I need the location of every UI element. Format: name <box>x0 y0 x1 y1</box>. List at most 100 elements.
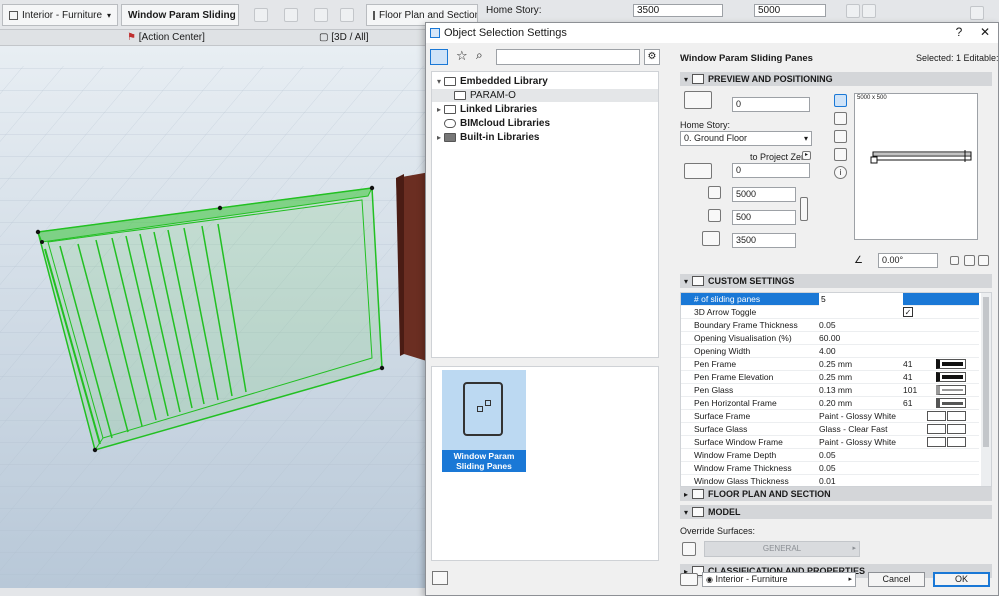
param-value[interactable]: 0.05 <box>819 449 899 462</box>
element-settings-button[interactable]: Window Param Sliding Panes ▸ <box>121 4 239 26</box>
pen-swatch[interactable] <box>936 359 966 369</box>
param-value[interactable]: 0.05 <box>819 462 899 475</box>
surface-swatch[interactable] <box>927 424 946 434</box>
surface-swatch[interactable] <box>927 437 946 447</box>
param-scrollbar[interactable] <box>981 293 991 486</box>
override-surfaces-combo[interactable]: GENERAL ▸ <box>704 541 860 557</box>
pen-swatch[interactable] <box>936 398 966 408</box>
reset-icon[interactable] <box>978 255 989 266</box>
layer-combo[interactable]: Interior - Furniture ▾ <box>2 4 118 26</box>
param-row[interactable]: Window Frame Thickness 0.05 <box>681 462 979 475</box>
paint-bucket-icon[interactable] <box>682 542 696 556</box>
section-view-icon[interactable] <box>834 148 847 161</box>
chevron-down-icon[interactable]: ▾ <box>434 75 444 88</box>
width-field[interactable]: 5000 <box>754 4 826 17</box>
chain-link-icon[interactable] <box>800 197 808 221</box>
param-value[interactable]: Paint - Glossy White <box>819 436 899 449</box>
tree-item-builtin-libraries[interactable]: ▸ Built-in Libraries <box>434 131 654 144</box>
elevation-zero-field[interactable]: 0 <box>732 163 810 178</box>
layer-select[interactable]: ◉ Interior - Furniture ▸ <box>702 572 856 587</box>
surface-picker[interactable] <box>947 424 966 434</box>
param-value[interactable]: 0.20 mm <box>819 397 899 410</box>
section-floor-plan-section[interactable]: ▸ FLOOR PLAN AND SECTION <box>680 487 992 501</box>
param-row-pen[interactable]: Pen Glass 0.13 mm 101 <box>681 384 979 397</box>
show-orientation-icon[interactable] <box>964 255 975 266</box>
param-row-surface[interactable]: Surface Window Frame Paint - Glossy Whit… <box>681 436 979 449</box>
param-value[interactable]: 0.05 <box>819 319 899 332</box>
pick-icon[interactable] <box>340 8 354 22</box>
param-row-sliding-panes[interactable]: # of sliding panes 5 <box>681 293 979 306</box>
pen-swatch[interactable] <box>936 372 966 382</box>
param-value[interactable]: Paint - Glossy White <box>819 410 899 423</box>
section-model[interactable]: ▾ MODEL <box>680 505 992 519</box>
param-value[interactable]: 0.13 mm <box>819 384 899 397</box>
param-row[interactable]: Window Frame Depth 0.05 <box>681 449 979 462</box>
chevron-right-icon[interactable]: ▸ <box>434 103 444 116</box>
tree-item-linked-libraries[interactable]: ▸ Linked Libraries <box>434 103 654 116</box>
param-value[interactable]: Glass - Clear Fast <box>819 423 899 436</box>
param-row-3d-arrow-toggle[interactable]: 3D Arrow Toggle ✓ <box>681 306 979 319</box>
param-row-pen[interactable]: Pen Horizontal Frame 0.20 mm 61 <box>681 397 979 410</box>
layer-icon <box>680 573 698 586</box>
pen-swatch[interactable] <box>936 385 966 395</box>
scrollbar-thumb[interactable] <box>983 297 989 447</box>
info-icon[interactable]: i <box>834 166 847 179</box>
tree-item-param-o[interactable]: PARAM-O <box>432 89 658 102</box>
section-custom-settings[interactable]: ▾ CUSTOM SETTINGS <box>680 274 992 288</box>
rotate-icon[interactable] <box>314 8 328 22</box>
surface-picker[interactable] <box>947 411 966 421</box>
checkbox-checked-icon[interactable]: ✓ <box>903 307 913 317</box>
param-row[interactable]: Opening Width 4.00 <box>681 345 979 358</box>
param-row[interactable]: Opening Visualisation (%) 60.00 <box>681 332 979 345</box>
grid-icon[interactable] <box>846 4 860 18</box>
home-story-select[interactable]: 0. Ground Floor ▾ <box>680 131 812 146</box>
plan-view-icon[interactable] <box>834 94 847 107</box>
param-row-surface[interactable]: Surface Glass Glass - Clear Fast <box>681 423 979 436</box>
arrow-tool-icon[interactable] <box>970 6 984 20</box>
mirror-icon[interactable] <box>284 8 298 22</box>
param-row-pen[interactable]: Pen Frame Elevation 0.25 mm 41 <box>681 371 979 384</box>
elevation-top-field[interactable]: 0 <box>732 97 810 112</box>
axo-view-icon[interactable] <box>834 130 847 143</box>
close-small-icon[interactable] <box>862 4 876 18</box>
side-view-icon[interactable] <box>834 112 847 125</box>
cancel-button[interactable]: Cancel <box>868 572 925 587</box>
surface-picker[interactable] <box>947 437 966 447</box>
param-row-pen[interactable]: Pen Frame 0.25 mm 41 <box>681 358 979 371</box>
gear-icon[interactable]: ⚙ <box>644 49 660 65</box>
param-value[interactable]: 4.00 <box>819 345 899 358</box>
help-button[interactable]: ? <box>951 25 967 39</box>
param-value-input[interactable]: 5 <box>819 293 903 306</box>
param-value[interactable]: 0.01 <box>819 475 899 486</box>
height-field[interactable]: 3500 <box>732 233 796 248</box>
section-preview-positioning[interactable]: ▾ PREVIEW AND POSITIONING <box>680 72 992 86</box>
mirror-checkbox[interactable] <box>950 256 959 265</box>
favorites-star-icon[interactable]: ☆ <box>456 48 468 64</box>
object-tile-window-param-sliding-panes[interactable]: Window Param Sliding Panes <box>442 370 526 472</box>
depth-field[interactable]: 500 <box>732 210 796 225</box>
library-search-input[interactable] <box>496 49 640 65</box>
tree-item-bimcloud-libraries[interactable]: BIMcloud Libraries <box>434 117 654 130</box>
anchor-icon[interactable] <box>254 8 268 22</box>
chevron-right-icon[interactable]: ▸ <box>802 151 811 160</box>
param-value[interactable]: 0.25 mm <box>819 358 899 371</box>
folder-view-icon[interactable] <box>430 49 448 65</box>
close-button[interactable]: ✕ <box>977 25 993 39</box>
param-row[interactable]: Window Glass Thickness 0.01 <box>681 475 979 486</box>
3d-viewport[interactable] <box>0 46 430 588</box>
tab-3d-all[interactable]: ▢ [3D / All] <box>315 30 368 46</box>
param-value[interactable]: 60.00 <box>819 332 899 345</box>
tab-action-center[interactable]: ⚑ [Action Center] <box>123 30 205 46</box>
surface-swatch[interactable] <box>927 411 946 421</box>
height-field[interactable]: 3500 <box>633 4 723 17</box>
param-value[interactable]: 0.25 mm <box>819 371 899 384</box>
search-icon[interactable]: ⌕ <box>476 48 483 63</box>
tree-item-embedded-library[interactable]: ▾ Embedded Library <box>434 75 654 88</box>
param-row[interactable]: Boundary Frame Thickness 0.05 <box>681 319 979 332</box>
ok-button[interactable]: OK <box>933 572 990 587</box>
width-field[interactable]: 5000 <box>732 187 796 202</box>
param-row-surface[interactable]: Surface Frame Paint - Glossy White <box>681 410 979 423</box>
chevron-right-icon[interactable]: ▸ <box>434 131 444 144</box>
library-manager-icon[interactable] <box>432 571 448 585</box>
rotation-angle-field[interactable]: 0.00° <box>878 253 938 268</box>
